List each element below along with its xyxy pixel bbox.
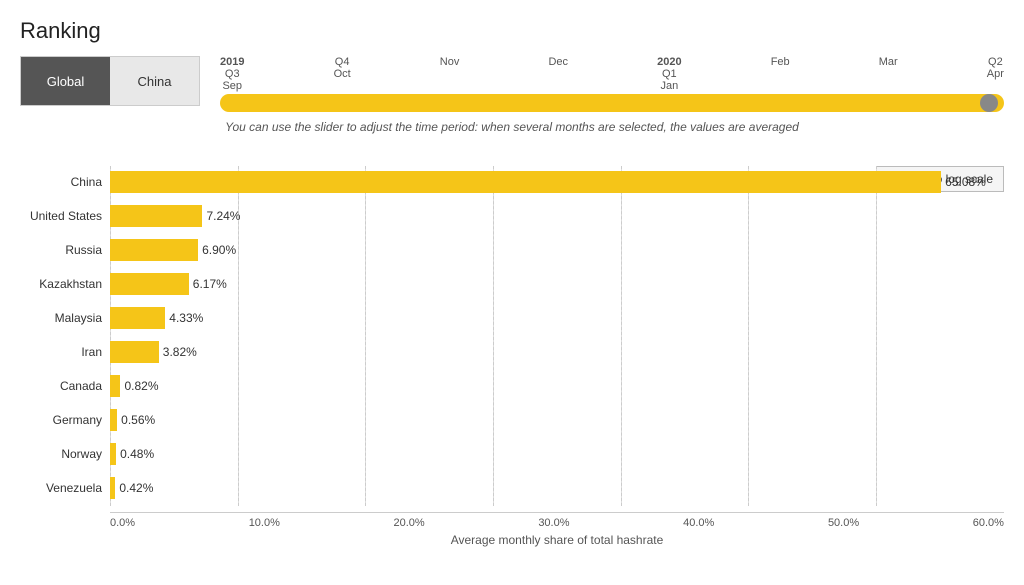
- bar-row: Malaysia 4.33%: [20, 302, 1004, 334]
- tab-global[interactable]: Global: [21, 57, 110, 105]
- bar-fill: [110, 307, 165, 329]
- bar-fill: [110, 443, 116, 465]
- bar-fill: [110, 341, 159, 363]
- bar-fill: [110, 409, 117, 431]
- timeline-label-sep: 2019 Q3 Sep: [220, 56, 244, 92]
- chart-wrapper: China 65.08% United States 7.24% Russia 6.90%…: [20, 166, 1004, 506]
- bar-fill: [110, 375, 120, 397]
- bar-value-label: 65.08%: [945, 175, 986, 189]
- bar-label: United States: [20, 209, 110, 223]
- timeline-label-mar: Mar: [879, 56, 898, 92]
- bar-value-label: 7.24%: [206, 209, 240, 223]
- bar-row: Canada 0.82%: [20, 370, 1004, 402]
- timeline-slider[interactable]: [220, 94, 1004, 112]
- bar-row: Germany 0.56%: [20, 404, 1004, 436]
- bar-row: Iran 3.82%: [20, 336, 1004, 368]
- slider-thumb[interactable]: [980, 94, 998, 112]
- bar-row: Russia 6.90%: [20, 234, 1004, 266]
- bar-value-label: 0.42%: [119, 481, 153, 495]
- bar-fill: [110, 205, 202, 227]
- bar-fill: [110, 273, 189, 295]
- bar-value-label: 6.17%: [193, 277, 227, 291]
- bar-container: 0.82%: [110, 375, 1004, 397]
- timeline-label-apr: Q2 Apr: [987, 56, 1004, 92]
- bar-label: Venezuela: [20, 481, 110, 495]
- bar-fill: [110, 477, 115, 499]
- timeline-labels: 2019 Q3 Sep Q4 Oct Nov Dec: [220, 56, 1004, 92]
- bars-and-grid: China 65.08% United States 7.24% Russia 6.90%…: [20, 166, 1004, 506]
- timeline-label-feb: Feb: [771, 56, 790, 92]
- x-axis-tick: 20.0%: [394, 517, 425, 529]
- timeline-label-oct: Q4 Oct: [334, 56, 351, 92]
- bar-container: 0.56%: [110, 409, 1004, 431]
- x-axis-tick: 60.0%: [973, 517, 1004, 529]
- bar-label: Kazakhstan: [20, 277, 110, 291]
- bar-container: 3.82%: [110, 341, 1004, 363]
- x-axis-tick: 40.0%: [683, 517, 714, 529]
- bar-fill: [110, 239, 198, 261]
- bar-container: 6.17%: [110, 273, 1004, 295]
- x-axis: 0.0% 10.0% 20.0% 30.0% 40.0% 50.0% 60.0%: [110, 512, 1004, 529]
- bar-container: 0.48%: [110, 443, 1004, 465]
- bar-value-label: 0.48%: [120, 447, 154, 461]
- x-axis-tick: 0.0%: [110, 517, 135, 529]
- tab-group: Global China: [20, 56, 200, 106]
- bar-label: Malaysia: [20, 311, 110, 325]
- bar-container: 7.24%: [110, 205, 1004, 227]
- bar-row: Kazakhstan 6.17%: [20, 268, 1004, 300]
- bar-label: China: [20, 175, 110, 189]
- timeline-section: 2019 Q3 Sep Q4 Oct Nov Dec: [220, 56, 1004, 112]
- chart-area: Change to log scale China65.08%United St…: [20, 166, 1004, 547]
- bar-row: United States 7.24%: [20, 200, 1004, 232]
- x-axis-tick: 30.0%: [538, 517, 569, 529]
- bar-label: Canada: [20, 379, 110, 393]
- bar-value-label: 4.33%: [169, 311, 203, 325]
- page-container: Ranking Global China 2019 Q3 Sep Q4 Oct: [0, 0, 1024, 585]
- bar-label: Russia: [20, 243, 110, 257]
- bar-container: 4.33%: [110, 307, 1004, 329]
- bar-value-label: 3.82%: [163, 345, 197, 359]
- bar-value-label: 0.82%: [124, 379, 158, 393]
- bar-row: Venezuela 0.42%: [20, 472, 1004, 504]
- x-axis-tick: 50.0%: [828, 517, 859, 529]
- bar-fill: [110, 171, 941, 193]
- bar-label: Norway: [20, 447, 110, 461]
- bar-container: 65.08%: [110, 171, 1004, 193]
- timeline-label-dec: Dec: [548, 56, 568, 92]
- tab-china[interactable]: China: [110, 57, 199, 105]
- bar-container: 6.90%: [110, 239, 1004, 261]
- bar-label: Iran: [20, 345, 110, 359]
- bar-value-label: 0.56%: [121, 413, 155, 427]
- bar-row: Norway 0.48%: [20, 438, 1004, 470]
- timeline-label-jan: 2020 Q1 Jan: [657, 56, 681, 92]
- x-axis-tick: 10.0%: [249, 517, 280, 529]
- timeline-label-nov: Nov: [440, 56, 460, 92]
- x-axis-title: Average monthly share of total hashrate: [110, 533, 1004, 547]
- hint-text: You can use the slider to adjust the tim…: [20, 120, 1004, 134]
- top-section: Global China 2019 Q3 Sep Q4 Oct: [20, 56, 1004, 112]
- bar-row: China 65.08%: [20, 166, 1004, 198]
- bar-label: Germany: [20, 413, 110, 427]
- page-title: Ranking: [20, 18, 1004, 44]
- bar-container: 0.42%: [110, 477, 1004, 499]
- bar-value-label: 6.90%: [202, 243, 236, 257]
